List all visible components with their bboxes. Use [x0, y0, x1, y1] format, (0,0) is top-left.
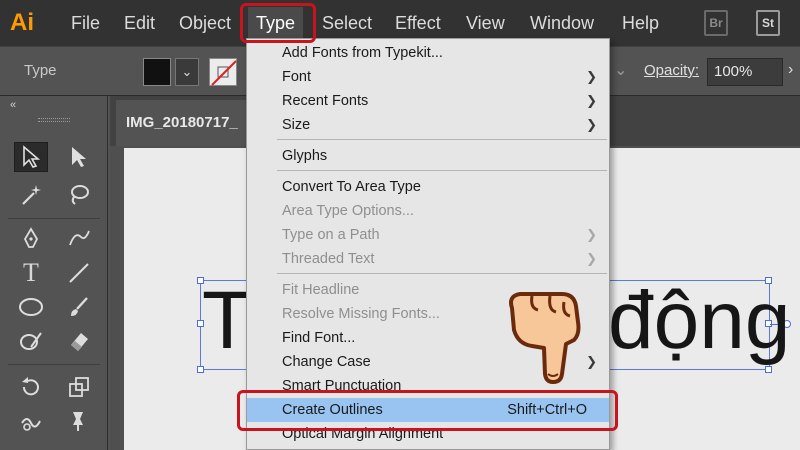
- menu-view[interactable]: View: [466, 12, 505, 34]
- chevron-right-icon[interactable]: ›: [788, 61, 793, 79]
- warp-tool-icon[interactable]: [14, 406, 48, 436]
- document-tab[interactable]: IMG_20180717_: [116, 100, 256, 146]
- chevron-right-icon: ❯: [586, 117, 597, 132]
- menu-separator: [277, 139, 607, 140]
- magic-wand-tool-icon[interactable]: [14, 180, 48, 210]
- menu-item-recent-fonts[interactable]: Recent Fonts ❯: [247, 89, 609, 113]
- menu-item-type-on-path: Type on a Path ❯: [247, 223, 609, 247]
- selection-tool-icon[interactable]: [14, 142, 48, 172]
- scale-tool-icon[interactable]: [62, 372, 96, 402]
- menu-item-glyphs[interactable]: Glyphs: [247, 144, 609, 168]
- shaper-tool-icon[interactable]: [14, 326, 48, 356]
- menu-object[interactable]: Object: [179, 12, 231, 34]
- curvature-tool-icon[interactable]: [62, 224, 96, 254]
- toolbar-divider: [8, 218, 100, 219]
- illustrator-window: Ai File Edit Object Type Select Effect V…: [0, 0, 800, 450]
- chevron-right-icon: ❯: [586, 93, 597, 108]
- menu-item-add-fonts-typekit[interactable]: Add Fonts from Typekit...: [247, 41, 609, 65]
- menu-separator: [277, 273, 607, 274]
- fill-dropdown-icon[interactable]: ⌄: [175, 58, 199, 86]
- line-tool-icon[interactable]: [62, 258, 96, 288]
- type-menu-dropdown: Add Fonts from Typekit... Font ❯ Recent F…: [246, 38, 610, 450]
- menu-item-size[interactable]: Size ❯: [247, 113, 609, 137]
- tools-panel: « T: [0, 96, 108, 450]
- menu-file[interactable]: File: [71, 12, 100, 34]
- type-tool-icon[interactable]: T: [14, 258, 48, 288]
- stock-icon[interactable]: St: [756, 10, 780, 36]
- fill-swatch[interactable]: [143, 58, 171, 86]
- chevron-right-icon: ❯: [586, 227, 597, 242]
- menu-item-font[interactable]: Font ❯: [247, 65, 609, 89]
- chevron-right-icon: ❯: [586, 251, 597, 266]
- app-logo: Ai: [10, 9, 34, 36]
- annotation-highlight-create-outlines: [237, 390, 618, 431]
- control-bar-label: Type: [24, 62, 57, 79]
- puppet-warp-tool-icon[interactable]: [62, 406, 96, 436]
- direct-selection-tool-icon[interactable]: [62, 142, 96, 172]
- lasso-tool-icon[interactable]: [62, 180, 96, 210]
- menu-item-convert-area-type[interactable]: Convert To Area Type: [247, 175, 609, 199]
- menu-item-threaded-text: Threaded Text ❯: [247, 247, 609, 271]
- panel-grip[interactable]: [38, 118, 70, 122]
- no-stroke-icon: [211, 60, 237, 86]
- canvas-text-right: động: [608, 275, 791, 366]
- paintbrush-tool-icon[interactable]: [62, 292, 96, 322]
- resize-handle[interactable]: [765, 366, 772, 373]
- opacity-input[interactable]: 100%: [707, 58, 783, 86]
- toolbar-divider: [8, 364, 100, 365]
- canvas-text-left: T: [202, 275, 253, 366]
- menu-item-area-type-options: Area Type Options...: [282, 203, 414, 219]
- collapse-icon[interactable]: «: [10, 99, 16, 111]
- menu-select[interactable]: Select: [322, 12, 372, 34]
- menu-effect[interactable]: Effect: [395, 12, 441, 34]
- resize-handle[interactable]: [197, 366, 204, 373]
- menu-separator: [277, 170, 607, 171]
- annotation-highlight-type-menu: [240, 3, 316, 43]
- menu-edit[interactable]: Edit: [124, 12, 155, 34]
- pointing-hand-icon: [509, 292, 581, 384]
- chevron-down-icon[interactable]: ⌄: [614, 60, 627, 80]
- bridge-icon[interactable]: Br: [704, 10, 728, 36]
- opacity-label[interactable]: Opacity:: [644, 62, 699, 79]
- pen-tool-icon[interactable]: [14, 224, 48, 254]
- ellipse-tool-icon[interactable]: [14, 292, 48, 322]
- menu-window[interactable]: Window: [530, 12, 594, 34]
- eraser-tool-icon[interactable]: [62, 326, 96, 356]
- stroke-swatch[interactable]: [209, 58, 237, 86]
- rotate-tool-icon[interactable]: [14, 372, 48, 402]
- chevron-right-icon: ❯: [586, 69, 597, 84]
- menu-help[interactable]: Help: [622, 12, 659, 34]
